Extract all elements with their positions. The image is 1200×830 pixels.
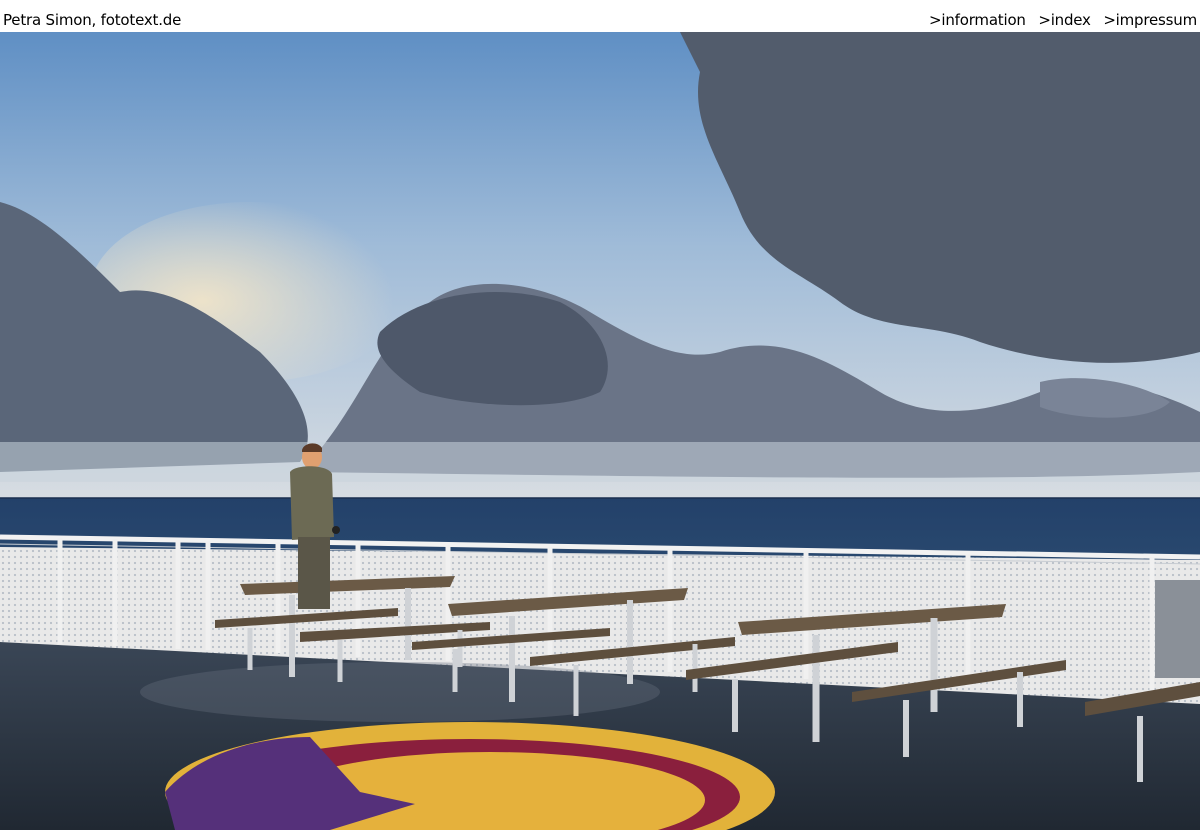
nav-link-index[interactable]: >index <box>1038 11 1091 29</box>
main-nav: >information >index >impressum <box>921 11 1197 29</box>
trash-bin <box>1155 580 1200 678</box>
top-bar: Petra Simon, fototext.de >information >i… <box>0 0 1200 32</box>
site-title: Petra Simon, fototext.de <box>3 11 182 29</box>
nav-link-information[interactable]: >information <box>929 11 1026 29</box>
main-photo <box>0 32 1200 830</box>
nav-link-impressum[interactable]: >impressum <box>1103 11 1197 29</box>
